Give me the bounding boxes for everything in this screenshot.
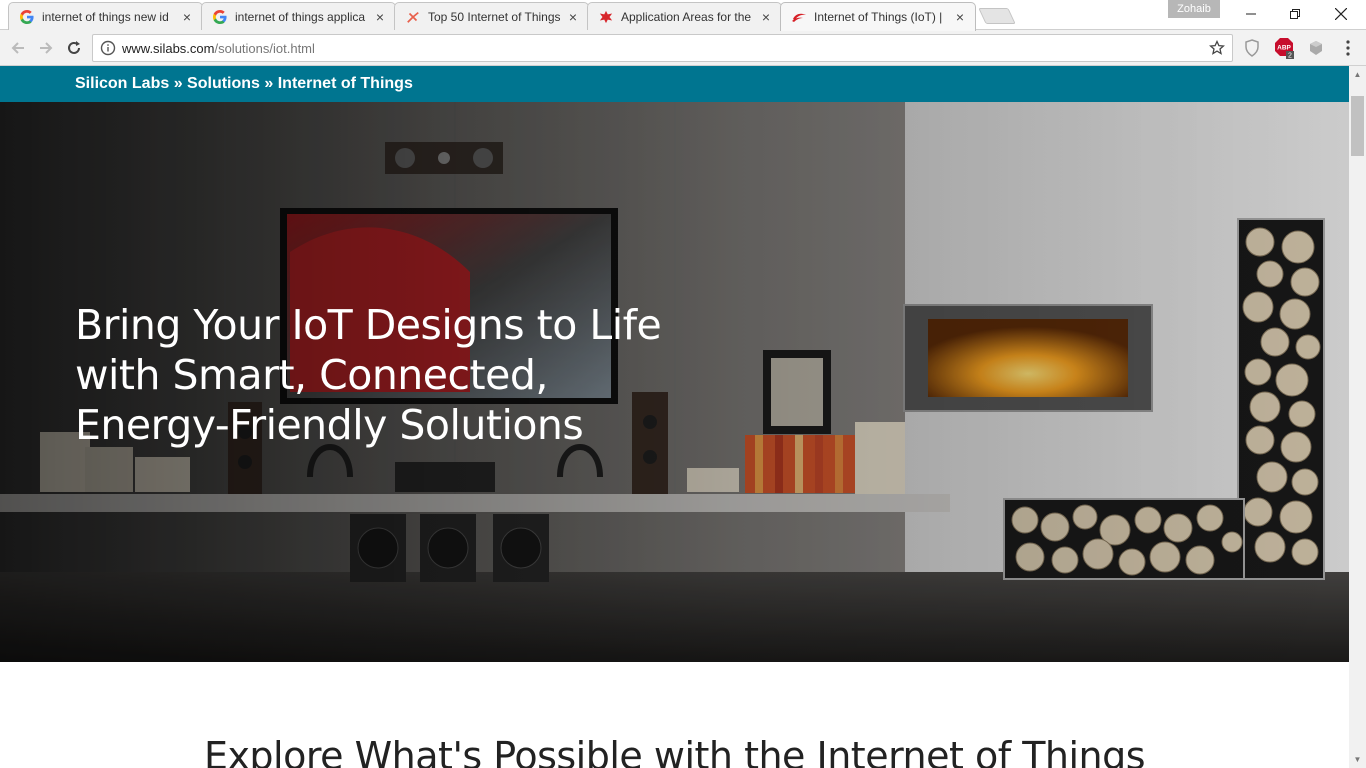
hero-banner: Bring Your IoT Designs to Life with Smar… bbox=[0, 102, 1349, 662]
scroll-down-arrow-icon[interactable]: ▼ bbox=[1349, 751, 1366, 768]
tab-close-icon[interactable]: × bbox=[566, 10, 580, 24]
tab-title: Top 50 Internet of Things bbox=[428, 9, 560, 24]
hero-title-line-2: with Smart, Connected, bbox=[75, 351, 548, 399]
profile-button[interactable]: Zohaib bbox=[1168, 0, 1220, 18]
tab-google-iot-applications[interactable]: internet of things applica × bbox=[201, 2, 396, 30]
tab-title: Internet of Things (IoT) | bbox=[814, 10, 943, 24]
tab-close-icon[interactable]: × bbox=[180, 10, 194, 24]
adblock-shield-icon[interactable] bbox=[1241, 37, 1263, 59]
browser-toolbar: www.silabs.com/solutions/iot.html ABP 2 bbox=[0, 30, 1366, 66]
tab-title: Application Areas for the bbox=[621, 9, 752, 24]
breadcrumb-internet-of-things[interactable]: Internet of Things bbox=[278, 75, 413, 93]
tab-title: internet of things new id bbox=[42, 9, 169, 24]
page-scrollbar[interactable]: ▲ ▼ bbox=[1349, 66, 1366, 768]
hero-title: Bring Your IoT Designs to Life with Smar… bbox=[75, 300, 695, 450]
restore-icon[interactable] bbox=[1272, 0, 1318, 28]
section-heading: Explore What's Possible with the Interne… bbox=[203, 734, 1146, 768]
new-tab-button[interactable] bbox=[978, 8, 1016, 24]
tab-close-icon[interactable]: × bbox=[953, 10, 967, 24]
tab-application-areas[interactable]: Application Areas for the × bbox=[587, 2, 782, 30]
breadcrumb-silicon-labs[interactable]: Silicon Labs bbox=[75, 75, 169, 93]
tab-silabs-iot[interactable]: Internet of Things (IoT) | × bbox=[780, 2, 976, 31]
minimize-icon[interactable] bbox=[1228, 0, 1274, 28]
tab-google-iot-ideas[interactable]: internet of things new id × bbox=[8, 2, 203, 30]
abp-icon[interactable]: ABP 2 bbox=[1273, 37, 1295, 59]
breadcrumb-separator: » bbox=[259, 75, 278, 92]
forward-arrow-icon[interactable] bbox=[36, 38, 56, 58]
info-icon[interactable] bbox=[100, 40, 116, 56]
page-content: Silicon Labs » Solutions » Internet of T… bbox=[0, 66, 1349, 768]
red-leaf-icon bbox=[598, 9, 614, 25]
tab-close-icon[interactable]: × bbox=[373, 10, 387, 24]
scroll-thumb[interactable] bbox=[1351, 96, 1364, 156]
breadcrumb-separator: » bbox=[169, 75, 188, 92]
back-arrow-icon[interactable] bbox=[8, 38, 28, 58]
hero-title-line-1: Bring Your IoT Designs to Life bbox=[75, 301, 662, 349]
menu-kebab-icon[interactable] bbox=[1337, 37, 1359, 59]
scroll-up-arrow-icon[interactable]: ▲ bbox=[1349, 66, 1366, 83]
tab-strip: internet of things new id × internet of … bbox=[0, 0, 1366, 31]
tab-title: internet of things applica bbox=[235, 9, 366, 24]
hero-title-line-3: Energy-Friendly Solutions bbox=[75, 401, 584, 449]
breadcrumb-solutions[interactable]: Solutions bbox=[187, 75, 260, 93]
breadcrumb: Silicon Labs » Solutions » Internet of T… bbox=[0, 66, 1349, 102]
silabs-icon bbox=[791, 9, 807, 25]
close-window-icon[interactable] bbox=[1318, 0, 1364, 28]
cast-icon[interactable] bbox=[1305, 37, 1327, 59]
svg-text:ABP: ABP bbox=[1277, 45, 1291, 52]
abp-badge-count: 2 bbox=[1288, 53, 1292, 60]
reload-icon[interactable] bbox=[64, 38, 84, 58]
star-burst-icon bbox=[405, 9, 421, 25]
google-icon bbox=[19, 9, 35, 25]
address-bar[interactable]: www.silabs.com/solutions/iot.html bbox=[92, 34, 1233, 62]
bookmark-star-icon[interactable] bbox=[1209, 40, 1225, 56]
url-path: /solutions/iot.html bbox=[214, 40, 315, 56]
tab-top-50-iot[interactable]: Top 50 Internet of Things × bbox=[394, 2, 589, 30]
google-icon bbox=[212, 9, 228, 25]
url-host: www.silabs.com bbox=[122, 40, 215, 56]
tab-close-icon[interactable]: × bbox=[759, 10, 773, 24]
